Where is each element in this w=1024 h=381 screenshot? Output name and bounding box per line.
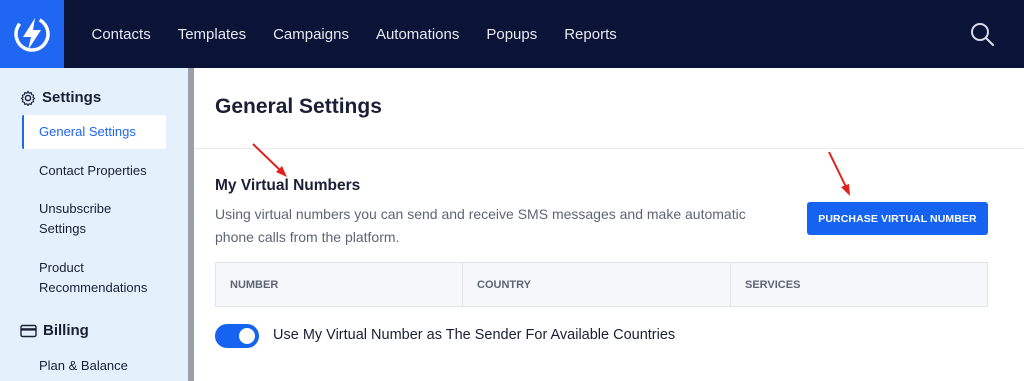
main-nav: Contacts Templates Campaigns Automations…	[78, 0, 630, 68]
credit-card-icon	[20, 324, 37, 337]
settings-heading: Settings	[20, 89, 101, 106]
section-description: Using virtual numbers you can send and r…	[215, 206, 746, 245]
search-icon	[971, 23, 994, 46]
sidebar-item-label: Unsubscribe Settings	[39, 201, 112, 236]
search-button[interactable]	[968, 20, 996, 48]
settings-heading-label: Settings	[42, 89, 102, 106]
nav-popups[interactable]: Popups	[473, 26, 551, 43]
app-logo[interactable]	[0, 0, 64, 68]
sidebar-item-plan-balance[interactable]: Plan & Balance	[39, 356, 169, 376]
nav-campaigns[interactable]: Campaigns	[260, 26, 363, 43]
gear-icon	[20, 90, 36, 106]
annotation-arrow-icon	[828, 151, 850, 196]
nav-contacts[interactable]: Contacts	[78, 26, 164, 43]
nav-reports[interactable]: Reports	[551, 26, 631, 43]
column-header-services[interactable]: SERVICES	[731, 263, 987, 306]
sidebar-scrollbar[interactable]	[188, 68, 194, 381]
nav-templates[interactable]: Templates	[164, 26, 259, 43]
header-divider	[194, 148, 1024, 149]
sender-toggle-label: Use My Virtual Number as The Sender For …	[273, 327, 676, 343]
sidebar-item-label: Plan & Balance	[39, 358, 128, 373]
sidebar-item-general-settings[interactable]: General Settings	[22, 115, 166, 149]
annotation-arrow-icon	[252, 143, 287, 177]
sidebar-item-label: General Settings	[39, 124, 136, 139]
sidebar-item-unsubscribe-settings[interactable]: Unsubscribe Settings	[39, 199, 129, 239]
sidebar-item-contact-properties[interactable]: Contact Properties	[39, 161, 169, 181]
toggle-knob	[239, 328, 255, 344]
column-header-country[interactable]: COUNTRY	[463, 263, 731, 306]
nav-automations[interactable]: Automations	[362, 26, 472, 43]
settings-sidebar: Settings General Settings Contact Proper…	[0, 68, 188, 381]
sender-toggle[interactable]	[215, 324, 259, 348]
billing-heading-label: Billing	[43, 322, 89, 339]
sidebar-item-label: Contact Properties	[39, 163, 147, 178]
page-title: General Settings	[215, 95, 382, 118]
lightning-bolt-icon	[14, 16, 50, 52]
purchase-virtual-number-button[interactable]: PURCHASE VIRTUAL NUMBER	[807, 202, 988, 235]
sidebar-item-label: Product Recommendations	[39, 260, 148, 295]
top-navigation-bar: Contacts Templates Campaigns Automations…	[0, 0, 1024, 68]
sidebar-item-product-recommendations[interactable]: Product Recommendations	[39, 258, 159, 298]
virtual-numbers-table: NUMBER COUNTRY SERVICES	[215, 262, 988, 307]
column-header-number[interactable]: NUMBER	[216, 263, 463, 306]
billing-heading: Billing	[20, 322, 89, 339]
